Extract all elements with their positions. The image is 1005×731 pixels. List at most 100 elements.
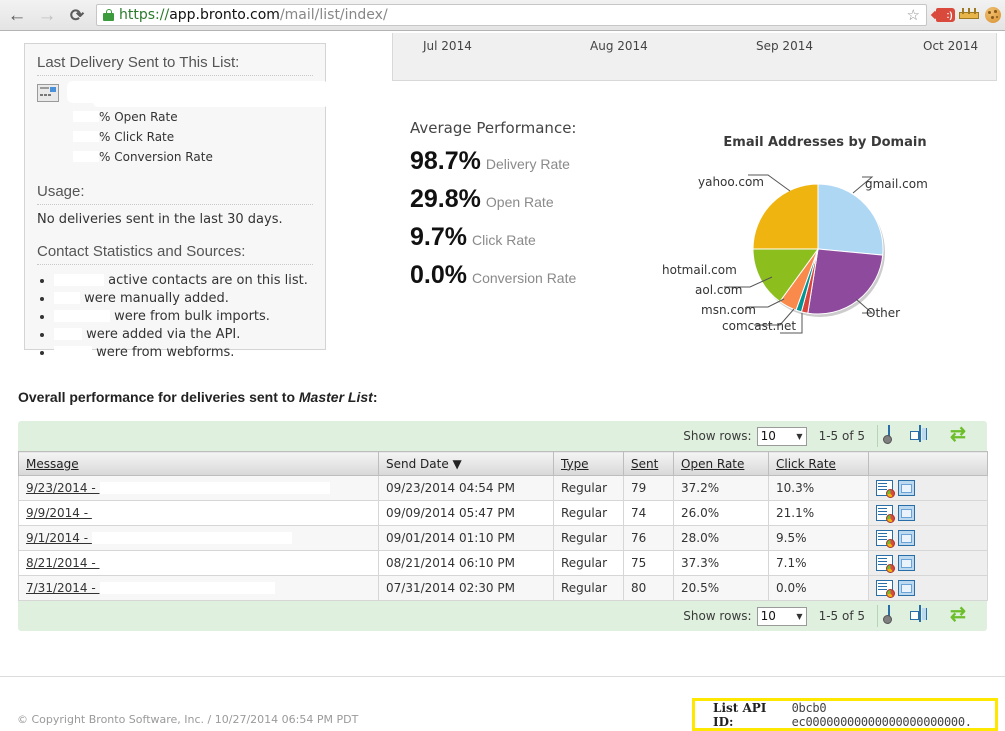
- column-settings-icon[interactable]: [888, 426, 910, 446]
- column-label: Type: [561, 457, 589, 471]
- metric-label: Delivery Rate: [486, 156, 570, 172]
- open-rate-suffix: % Open Rate: [99, 110, 178, 124]
- show-rows-label: Show rows:: [683, 609, 751, 623]
- cell-actions[interactable]: [869, 576, 988, 601]
- last-delivery-open-rate: % Open Rate: [73, 107, 313, 127]
- url-path: /mail/list/index/: [280, 7, 388, 23]
- metric-click-rate: 9.7%Click Rate: [410, 223, 640, 252]
- cell-actions[interactable]: [869, 526, 988, 551]
- reload-icon[interactable]: ⟳: [64, 2, 90, 28]
- back-arrow-icon[interactable]: ←: [4, 2, 30, 28]
- last-delivery-conversion-rate: % Conversion Rate: [73, 147, 313, 167]
- metric-open-rate: 29.8%Open Rate: [410, 185, 640, 214]
- last-delivery-title: Last Delivery Sent to This List:: [37, 54, 313, 76]
- cell-send-date: 08/21/2014 06:10 PM: [379, 551, 554, 576]
- cell-send-date: 09/23/2014 04:54 PM: [379, 476, 554, 501]
- open-folder-icon[interactable]: [898, 555, 915, 571]
- list-info-panel: Last Delivery Sent to This List: % Open …: [24, 43, 326, 350]
- list-api-id-label: List API ID:: [713, 701, 785, 729]
- url-scheme: https://: [119, 7, 169, 23]
- export-file-icon[interactable]: [919, 426, 941, 446]
- column-header-open-rate[interactable]: Open Rate: [674, 452, 769, 476]
- column-header-click-rate[interactable]: Click Rate: [769, 452, 869, 476]
- column-header-actions: [869, 452, 988, 476]
- open-folder-icon[interactable]: [898, 505, 915, 521]
- view-report-icon[interactable]: [876, 480, 893, 496]
- contact-statistics-title: Contact Statistics and Sources:: [37, 243, 313, 265]
- cell-message[interactable]: 9/9/2014 -: [19, 501, 379, 526]
- view-report-icon[interactable]: [876, 530, 893, 546]
- last-delivery-click-rate: % Click Rate: [73, 127, 313, 147]
- metric-value: 0.0%: [410, 261, 467, 289]
- address-bar[interactable]: https://app.bronto.com/mail/list/index/ …: [96, 4, 927, 26]
- message-link[interactable]: 9/23/2014 -: [26, 481, 100, 495]
- show-rows-select-bottom[interactable]: 10 ▼: [757, 607, 807, 626]
- open-folder-icon[interactable]: [898, 580, 915, 596]
- cell-message[interactable]: 7/31/2014 -: [19, 576, 379, 601]
- cell-message[interactable]: 9/1/2014 -: [19, 526, 379, 551]
- table-toolbar-bottom: Show rows: 10 ▼ 1-5 of 5 ⇄: [18, 601, 987, 631]
- cell-click-rate: 21.1%: [769, 501, 869, 526]
- table-row[interactable]: 9/9/2014 - 09/09/2014 05:47 PMRegular742…: [19, 501, 988, 526]
- cell-actions[interactable]: [869, 551, 988, 576]
- table-row[interactable]: 8/21/2014 - 08/21/2014 06:10 PMRegular75…: [19, 551, 988, 576]
- cookie-extension-icon[interactable]: [981, 2, 1005, 28]
- ruler-extension-icon[interactable]: [957, 2, 981, 28]
- export-file-icon[interactable]: [919, 606, 941, 626]
- chevron-down-icon: ▼: [796, 612, 802, 621]
- redacted-number: [54, 310, 110, 322]
- open-folder-icon[interactable]: [898, 480, 915, 496]
- view-report-icon[interactable]: [876, 505, 893, 521]
- deliveries-table: Message Send Date ▼ Type Sent Open Rate …: [18, 451, 988, 601]
- message-link[interactable]: 8/21/2014 -: [26, 556, 100, 570]
- open-folder-icon[interactable]: [898, 530, 915, 546]
- column-header-message[interactable]: Message: [19, 452, 379, 476]
- metric-label: Open Rate: [486, 194, 554, 210]
- list-item: were from bulk imports.: [54, 308, 313, 326]
- column-header-type[interactable]: Type: [554, 452, 624, 476]
- column-settings-icon[interactable]: [888, 606, 910, 626]
- cell-sent: 80: [624, 576, 674, 601]
- redacted-message-name: [100, 482, 330, 494]
- tag-extension-icon[interactable]: :): [933, 2, 957, 28]
- contact-statistics-list: active contacts are on this list. were m…: [37, 272, 313, 362]
- list-item-label: were added via the API.: [86, 327, 240, 342]
- metric-label: Click Rate: [472, 232, 536, 248]
- click-rate-suffix: % Click Rate: [99, 130, 174, 144]
- message-link[interactable]: 9/1/2014 -: [26, 531, 92, 545]
- message-thumbnail-icon: [37, 84, 59, 102]
- view-report-icon[interactable]: [876, 555, 893, 571]
- show-rows-label: Show rows:: [683, 429, 751, 443]
- message-link[interactable]: 9/9/2014 -: [26, 506, 92, 520]
- trend-axis-label: Aug 2014: [590, 39, 648, 53]
- message-link[interactable]: 7/31/2014 -: [26, 581, 100, 595]
- table-row[interactable]: 7/31/2014 - 07/31/2014 02:30 PMRegular80…: [19, 576, 988, 601]
- cell-message[interactable]: 8/21/2014 -: [19, 551, 379, 576]
- column-header-send-date[interactable]: Send Date ▼: [379, 452, 554, 476]
- view-report-icon[interactable]: [876, 580, 893, 596]
- sort-descending-icon: ▼: [453, 457, 462, 471]
- deliveries-table-body: 9/23/2014 - 09/23/2014 04:54 PMRegular79…: [19, 476, 988, 601]
- browser-toolbar: ← → ⟳ https://app.bronto.com/mail/list/i…: [0, 0, 1005, 31]
- pie-label-hotmail: hotmail.com: [662, 263, 737, 277]
- redacted-message-name: [92, 532, 292, 544]
- column-header-sent[interactable]: Sent: [624, 452, 674, 476]
- show-rows-select[interactable]: 10 ▼: [757, 427, 807, 446]
- redacted-delivery-name-2: [93, 97, 329, 107]
- bookmark-star-icon[interactable]: ☆: [907, 7, 920, 25]
- table-row[interactable]: 9/23/2014 - 09/23/2014 04:54 PMRegular79…: [19, 476, 988, 501]
- table-row[interactable]: 9/1/2014 - 09/01/2014 01:10 PMRegular762…: [19, 526, 988, 551]
- cell-actions[interactable]: [869, 501, 988, 526]
- redacted-number: [54, 292, 80, 304]
- pie-label-msn: msn.com: [701, 303, 756, 317]
- cell-message[interactable]: 9/23/2014 -: [19, 476, 379, 501]
- refresh-icon[interactable]: ⇄: [950, 426, 972, 446]
- forward-arrow-icon[interactable]: →: [34, 2, 60, 28]
- cell-send-date: 07/31/2014 02:30 PM: [379, 576, 554, 601]
- page-content: Jul 2014 Aug 2014 Sep 2014 Oct 2014 Last…: [0, 31, 1005, 699]
- cell-actions[interactable]: [869, 476, 988, 501]
- trend-axis-label: Sep 2014: [756, 39, 813, 53]
- delivery-trend-chart: Jul 2014 Aug 2014 Sep 2014 Oct 2014: [392, 33, 997, 81]
- trend-axis-label: Jul 2014: [423, 39, 472, 53]
- refresh-icon[interactable]: ⇄: [950, 606, 972, 626]
